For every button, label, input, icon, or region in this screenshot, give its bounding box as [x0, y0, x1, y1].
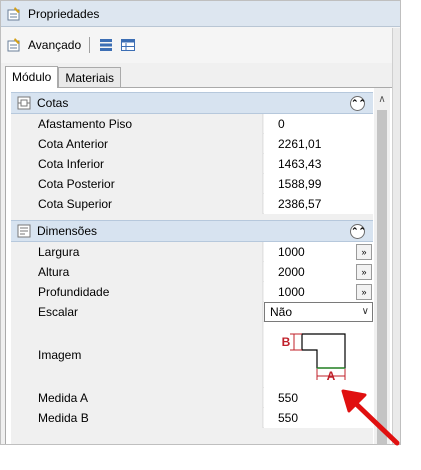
tab-materiais[interactable]: Materiais [58, 67, 122, 88]
expand-button[interactable]: » [356, 264, 372, 280]
tab-strip: Módulo Materiais [5, 66, 122, 88]
property-value-cell: Não ∨ [264, 302, 373, 322]
property-value[interactable]: 1588,99 [264, 174, 373, 194]
property-name: Largura [28, 242, 263, 262]
property-value[interactable]: 1463,43 [264, 154, 373, 174]
tab-modulo[interactable]: Módulo [5, 66, 59, 88]
category-label: Dimensões [37, 224, 98, 238]
dimension-b-label: B [282, 335, 291, 349]
panel-scrollbar[interactable] [392, 28, 400, 444]
property-row[interactable]: Cota Inferior 1463,43 [28, 154, 373, 174]
advanced-icon[interactable] [6, 37, 22, 53]
advanced-button[interactable]: Avançado [28, 38, 81, 52]
property-row-altura[interactable]: Altura 2000 » [28, 262, 373, 282]
property-value[interactable]: 2261,01 [264, 134, 373, 154]
dimensoes-icon [16, 223, 32, 239]
properties-toolbar: Avançado [1, 27, 400, 63]
property-name: Profundidade [28, 282, 263, 302]
property-name: Imagem [28, 322, 263, 388]
dropdown-value: Não [270, 305, 293, 319]
escalar-dropdown[interactable]: Não ∨ [264, 302, 373, 322]
dimension-a-label: A [327, 369, 336, 383]
property-row[interactable]: Cota Superior 2386,57 [28, 194, 373, 214]
property-value[interactable]: 2386,57 [264, 194, 373, 214]
dimension-diagram: B A [282, 333, 346, 383]
category-cotas[interactable]: Cotas ⌃⌃ [11, 92, 373, 114]
scroll-up-icon[interactable]: ∧ [374, 94, 390, 108]
property-name: Medida A [28, 388, 263, 408]
cotas-icon [16, 95, 32, 111]
property-name: Medida B [28, 408, 263, 428]
toolbar-separator [89, 37, 91, 53]
property-name: Altura [28, 262, 263, 282]
property-row[interactable]: Afastamento Piso 0 [28, 114, 373, 134]
property-name: Escalar [28, 302, 263, 322]
collapse-icon[interactable]: ⌃⌃ [350, 96, 366, 111]
collapse-icon[interactable]: ⌃⌃ [350, 224, 366, 239]
property-row-escalar[interactable]: Escalar Não ∨ [28, 302, 373, 322]
property-name: Cota Posterior [28, 174, 263, 194]
property-value[interactable]: 0 [264, 114, 373, 134]
property-grid: Cotas ⌃⌃ Afastamento Piso 0 Cota Anterio… [11, 92, 373, 444]
chevron-down-icon[interactable]: ∨ [362, 303, 369, 321]
property-row-profundidade[interactable]: Profundidade 1000 » [28, 282, 373, 302]
property-name: Cota Superior [28, 194, 263, 214]
property-name: Cota Anterior [28, 134, 263, 154]
properties-panel: Propriedades Avançado Módulo Materiais C… [0, 0, 401, 445]
property-row-medida-b[interactable]: Medida B 550 [28, 408, 373, 428]
property-row-medida-a[interactable]: Medida A 550 [28, 388, 373, 408]
category-label: Cotas [37, 96, 69, 110]
categorized-view-icon[interactable] [98, 37, 114, 53]
imagem-preview-cell: B A [264, 322, 373, 388]
category-dimensoes[interactable]: Dimensões ⌃⌃ [11, 220, 373, 242]
property-name: Afastamento Piso [28, 114, 263, 134]
property-row-imagem[interactable]: Imagem B A [28, 322, 373, 388]
expand-button[interactable]: » [356, 284, 372, 300]
property-name: Cota Inferior [28, 154, 263, 174]
property-row-largura[interactable]: Largura 1000 » [28, 242, 373, 262]
property-row[interactable]: Cota Anterior 2261,01 [28, 134, 373, 154]
properties-window-icon [6, 6, 22, 22]
property-pages-icon[interactable] [120, 37, 136, 53]
annotation-arrow [341, 389, 400, 446]
property-row[interactable]: Cota Posterior 1588,99 [28, 174, 373, 194]
panel-title: Propriedades [28, 6, 100, 21]
expand-button[interactable]: » [356, 244, 372, 260]
panel-titlebar: Propriedades [1, 1, 400, 27]
